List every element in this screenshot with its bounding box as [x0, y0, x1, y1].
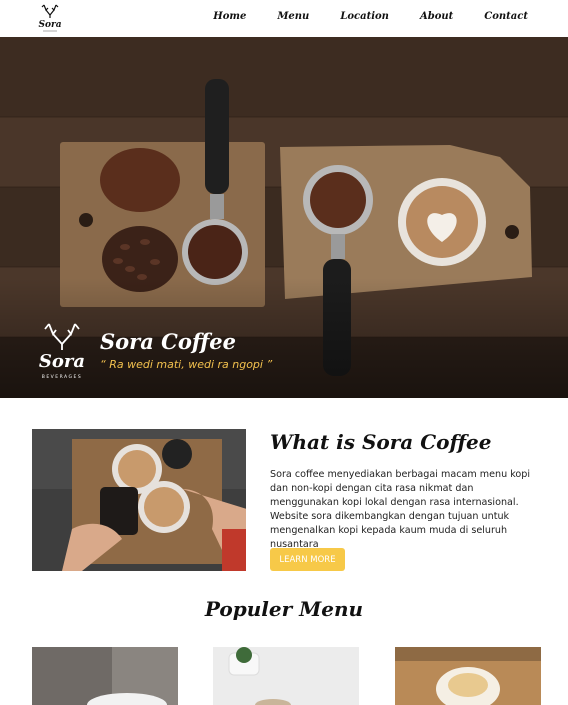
nav-link-about[interactable]: About	[420, 11, 453, 22]
nav-link-home[interactable]: Home	[213, 11, 246, 22]
sora-logo-icon[interactable]: Sora	[35, 2, 65, 34]
hero-logo-sub: BEVERAGES	[42, 374, 82, 380]
navbar: Sora Home Menu Location About Contact	[0, 0, 568, 37]
menu-card-image-2[interactable]	[213, 647, 359, 705]
nav-link-menu[interactable]: Menu	[277, 11, 309, 22]
menu-card-image-1[interactable]	[32, 647, 178, 705]
hero-logo-text: Sora	[39, 351, 85, 372]
about-title: What is Sora Coffee	[270, 430, 492, 454]
learn-more-button[interactable]: LEARN MORE	[270, 548, 345, 571]
hero-banner: Sora BEVERAGES Sora Coffee “ Ra wedi mat…	[0, 37, 568, 398]
hero-tagline: “ Ra wedi mati, wedi ra ngopi ”	[100, 358, 273, 371]
nav-links: Home Menu Location About Contact	[182, 11, 528, 22]
hero-title: Sora Coffee	[100, 329, 236, 354]
nav-logo-text: Sora	[38, 20, 61, 30]
about-coffee-image	[32, 429, 246, 571]
sora-brand-logo-icon: Sora BEVERAGES	[39, 323, 85, 380]
nav-link-contact[interactable]: Contact	[484, 11, 528, 22]
about-description: Sora coffee menyediakan berbagai macam m…	[270, 469, 531, 550]
popular-menu-title: Populer Menu	[204, 597, 364, 621]
nav-link-location[interactable]: Location	[340, 11, 389, 22]
menu-card-image-3[interactable]	[395, 647, 541, 705]
